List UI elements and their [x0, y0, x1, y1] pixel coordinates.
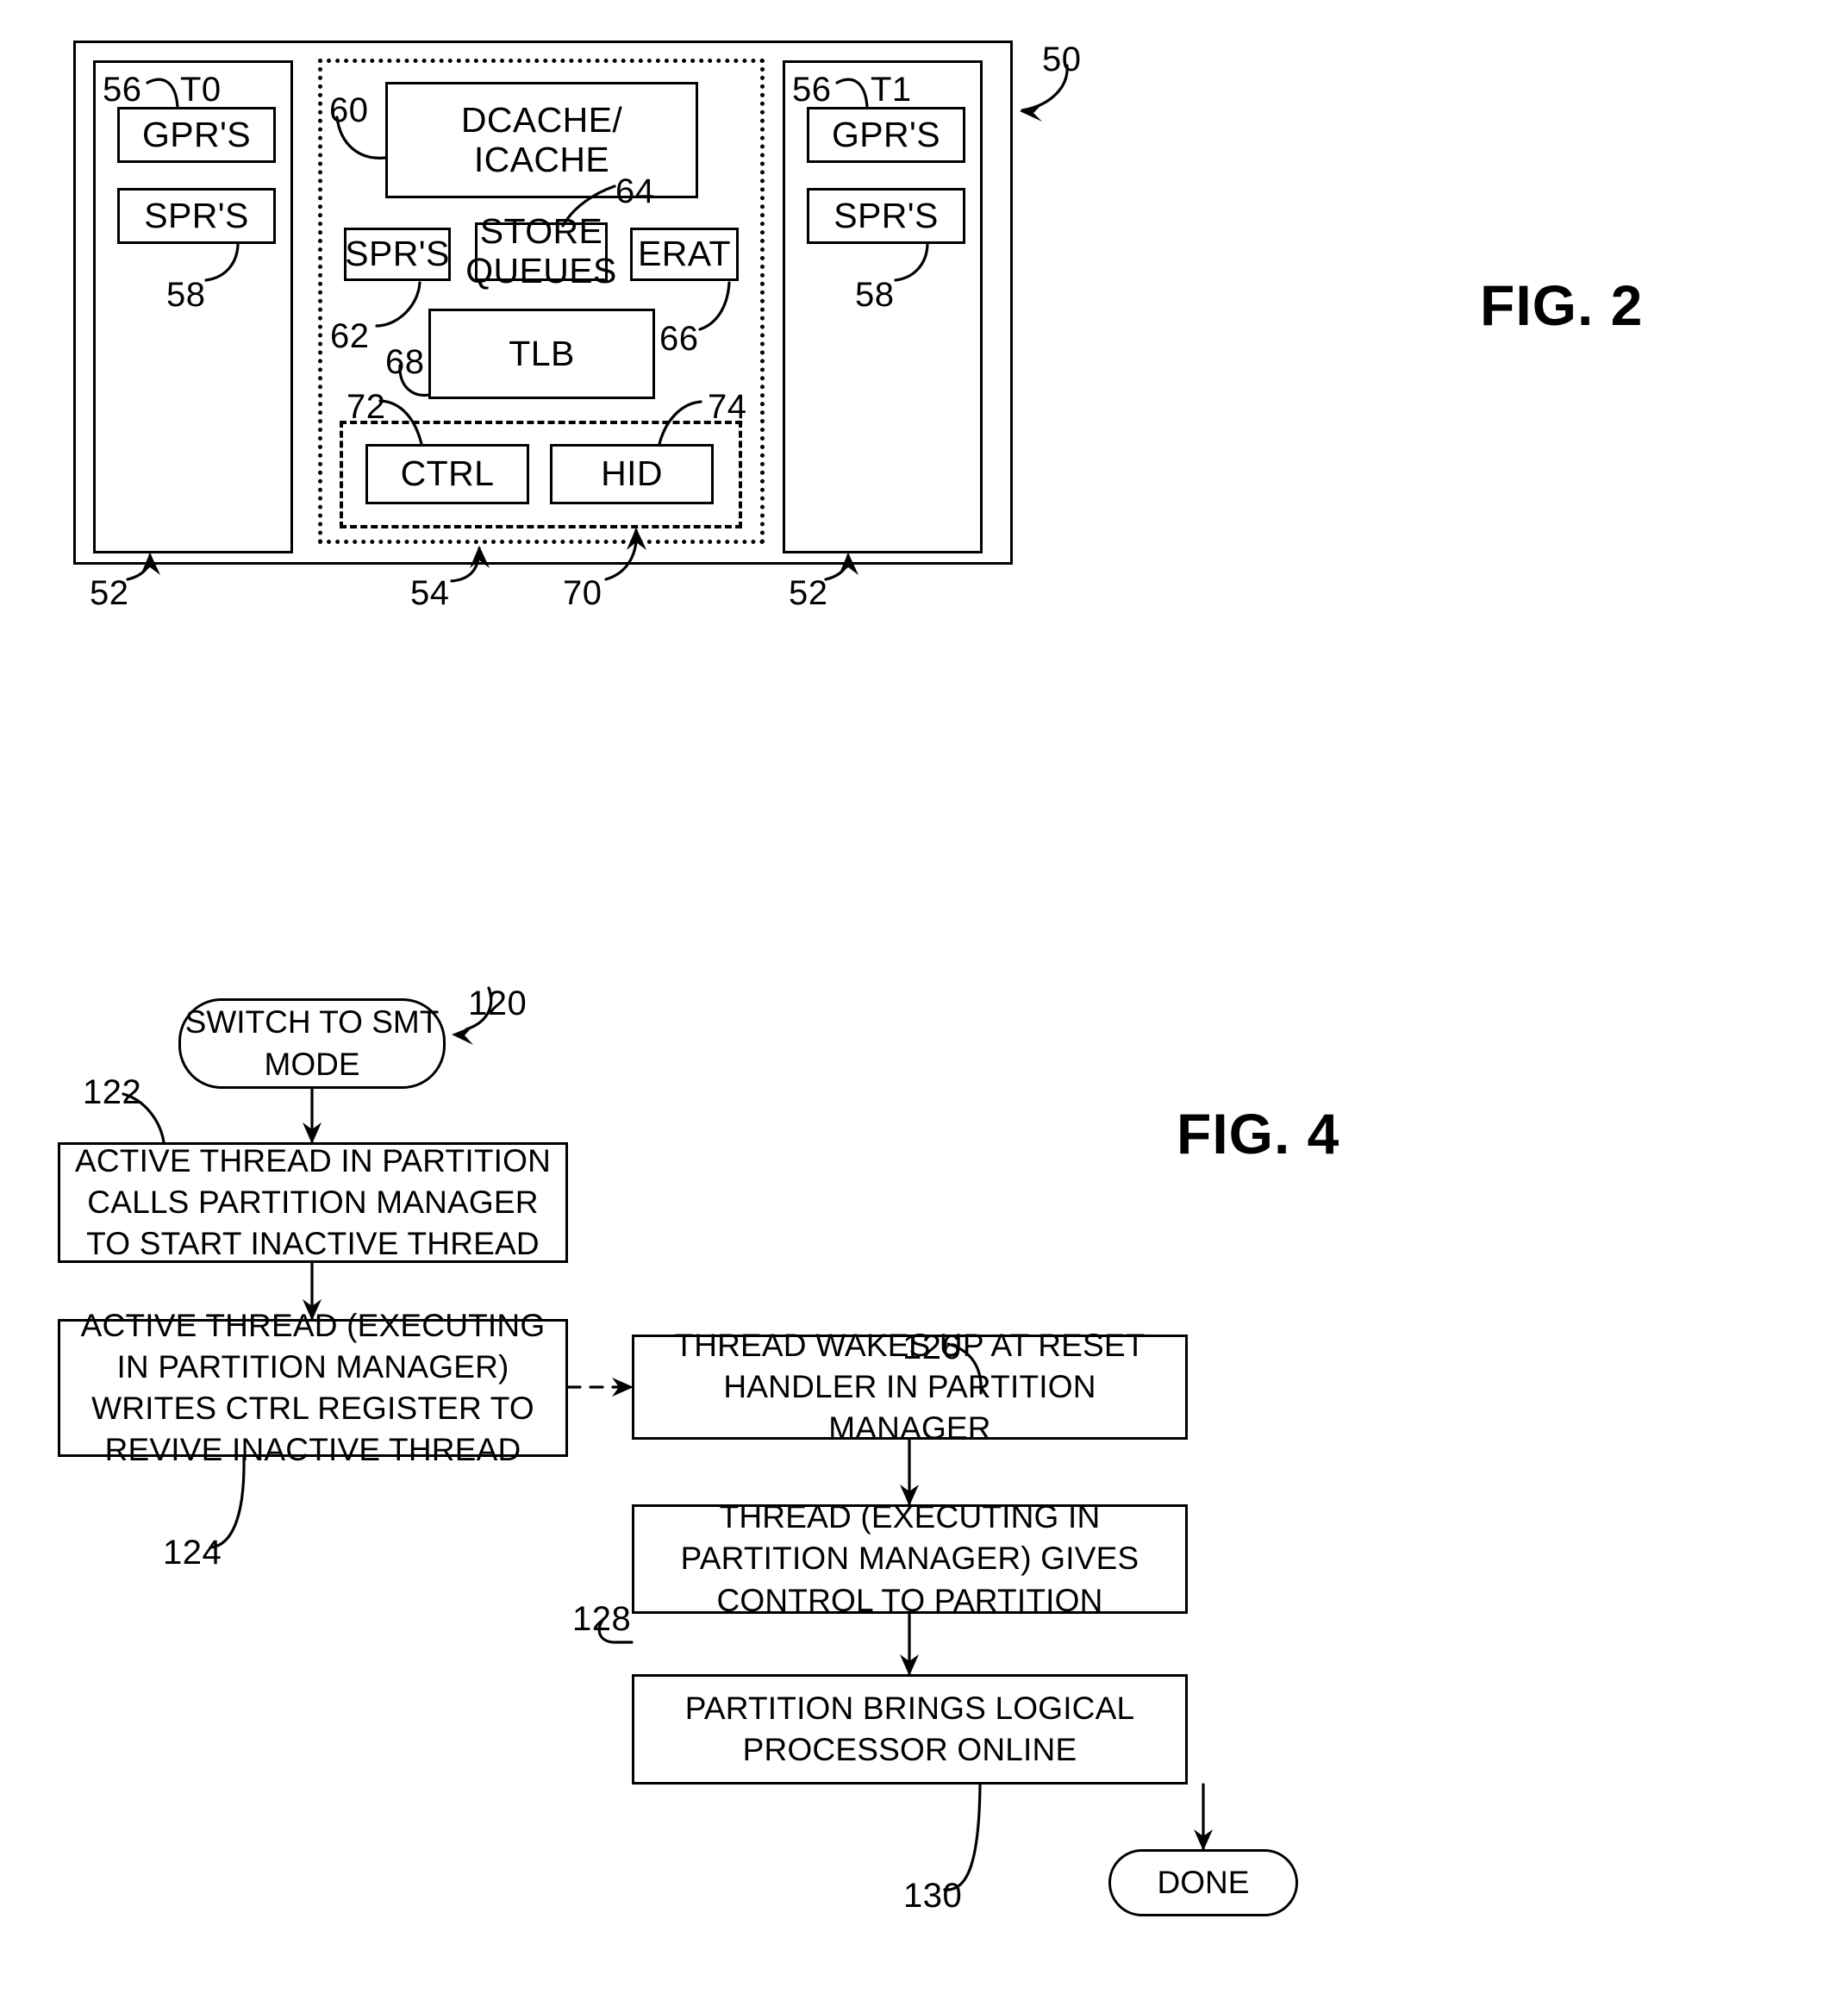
fig2-t1-gprs-box: GPR'S — [807, 107, 965, 163]
fig4-caption: FIG. 4 — [1177, 1102, 1340, 1166]
fig2-ref-60: 60 — [329, 91, 369, 129]
arrowhead-50 — [1020, 104, 1042, 122]
fig4-ref-122: 122 — [83, 1073, 142, 1111]
fig2-dcache-label-line2: ICACHE — [473, 139, 610, 179]
fig2-ref-52-t1: 52 — [789, 574, 828, 612]
arrowhead-128-to-130 — [900, 1654, 919, 1676]
fig4-start-label: SWITCH TO SMT MODE — [184, 1004, 440, 1082]
fig2-ref-62: 62 — [330, 317, 370, 355]
fig2-thread-label-t0: T0 — [180, 71, 222, 109]
fig4-done-terminal: DONE — [1108, 1849, 1298, 1916]
arrowhead-124-to-126 — [612, 1378, 634, 1397]
arrowhead-130-to-done — [1194, 1829, 1213, 1851]
leader-130 — [943, 1783, 982, 1891]
fig4-step-128-box: THREAD (EXECUTING IN PARTITION MANAGER) … — [632, 1499, 1188, 1618]
fig2-t0-sprs-label: SPR'S — [144, 195, 249, 235]
fig2-store-queues-box: STORE QUEUES — [465, 211, 616, 291]
fig2-t0-sprs-box: SPR'S — [117, 188, 276, 244]
fig2-ctrl-label: CTRL — [400, 453, 495, 494]
arrowhead-120 — [452, 1026, 473, 1045]
fig2-shared-sprs-box: SPR'S — [344, 228, 451, 281]
fig2-t0-gprs-box: GPR'S — [117, 107, 276, 163]
fig2-hid-label: HID — [601, 453, 663, 494]
fig2-t1-sprs-label: SPR'S — [833, 195, 939, 235]
fig2-tlb-label: TLB — [509, 333, 575, 373]
fig4-ref-128: 128 — [572, 1600, 632, 1638]
fig2-ref-58-t0: 58 — [166, 276, 206, 314]
fig2-ref-50: 50 — [1042, 41, 1082, 78]
fig2-ref-54: 54 — [410, 574, 450, 612]
fig2-hid-box: HID — [550, 444, 714, 504]
fig2-t0-gprs-label: GPR'S — [141, 114, 252, 154]
fig4-step-124-label: ACTIVE THREAD (EXECUTING IN PARTITION MA… — [80, 1307, 546, 1468]
fig2-ref-66: 66 — [659, 320, 699, 358]
fig2-t1-sprs-box: SPR'S — [807, 188, 965, 244]
fig2-ref-68: 68 — [385, 343, 425, 381]
fig2-shared-sprs-label: SPR'S — [345, 234, 450, 274]
fig4-step-130-label: PARTITION BRINGS LOGICAL PROCESSOR ONLIN… — [684, 1690, 1135, 1767]
fig4-ref-120: 120 — [468, 984, 528, 1022]
fig2-ref-64: 64 — [615, 172, 655, 210]
fig2-ref-56-t0: 56 — [103, 71, 142, 109]
fig2-caption: FIG. 2 — [1480, 273, 1644, 337]
fig2-store-queues-label-line2: QUEUES — [465, 251, 617, 291]
patent-drawing-sheet: 56 T0 GPR'S SPR'S 58 52 54 60 DCACHE/ IC… — [0, 0, 1848, 1994]
fig4-done-label: DONE — [1157, 1864, 1250, 1900]
fig4-ref-130: 130 — [903, 1877, 963, 1915]
fig2-thread-label-t1: T1 — [871, 71, 912, 109]
fig2-ref-52-t0: 52 — [90, 574, 129, 612]
fig2-ctrl-box: CTRL — [365, 444, 529, 504]
fig2-erat-label: ERAT — [638, 234, 731, 274]
fig4-ref-124: 124 — [163, 1534, 222, 1572]
fig2-erat-box: ERAT — [630, 228, 739, 281]
fig2-ref-70: 70 — [563, 574, 602, 612]
fig4-step-130-box: PARTITION BRINGS LOGICAL PROCESSOR ONLIN… — [632, 1674, 1188, 1785]
fig4-step-122-box: ACTIVE THREAD IN PARTITION CALLS PARTITI… — [58, 1142, 568, 1263]
fig2-ref-56-t1: 56 — [792, 71, 832, 109]
fig2-ref-74: 74 — [708, 388, 747, 426]
fig2-ref-72: 72 — [346, 388, 386, 426]
fig4-start-terminal: SWITCH TO SMT MODE — [178, 998, 446, 1089]
fig4-ref-126: 126 — [902, 1328, 962, 1366]
fig2-ref-58-t1: 58 — [855, 276, 895, 314]
fig4-step-122-label: ACTIVE THREAD IN PARTITION CALLS PARTITI… — [74, 1142, 552, 1262]
fig4-step-128-label: THREAD (EXECUTING IN PARTITION MANAGER) … — [680, 1499, 1139, 1618]
fig2-dcache-label-line1: DCACHE/ — [460, 99, 623, 140]
fig2-tlb-box: TLB — [428, 309, 655, 399]
fig2-store-queues-label-line1: STORE — [479, 211, 603, 252]
fig2-t1-gprs-label: GPR'S — [831, 114, 941, 154]
fig4-step-124-box: ACTIVE THREAD (EXECUTING IN PARTITION MA… — [58, 1308, 568, 1467]
